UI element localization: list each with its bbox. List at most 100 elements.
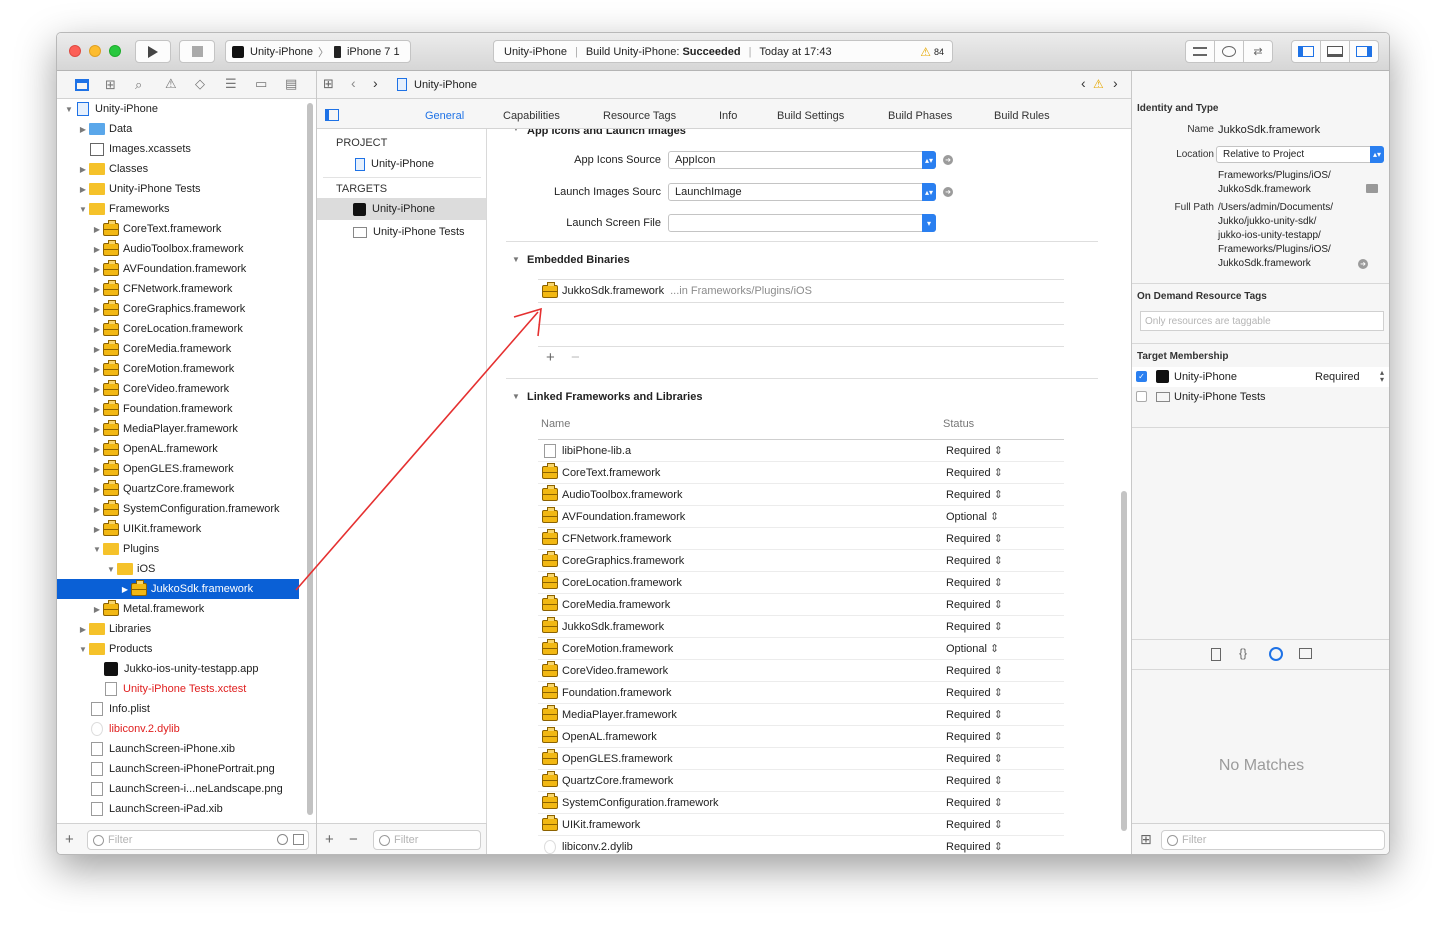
linked-framework-row[interactable]: CFNetwork.framework Required ⇕: [538, 528, 1064, 550]
membership-status[interactable]: Required: [1315, 371, 1360, 383]
disclosure-closed-icon[interactable]: ▶: [91, 405, 103, 414]
navigator-item[interactable]: ▶ Unity-iPhone Tests: [57, 179, 299, 199]
zoom-window-button[interactable]: [109, 45, 121, 57]
navigator-item[interactable]: ▶ CoreText.framework: [57, 219, 299, 239]
navigator-item[interactable]: ▶ MediaPlayer.framework: [57, 419, 299, 439]
linked-framework-status[interactable]: Required ⇕: [946, 444, 1003, 457]
linked-framework-status[interactable]: Optional ⇕: [946, 510, 999, 523]
issue-navigator-icon[interactable]: ⚠: [165, 76, 177, 92]
linked-framework-row[interactable]: UIKit.framework Required ⇕: [538, 814, 1064, 836]
disclosure-closed-icon[interactable]: ▶: [77, 125, 89, 134]
navigator-item[interactable]: ▼ Plugins: [57, 539, 299, 559]
launch-screen-file-combo[interactable]: ▾: [668, 214, 936, 232]
navigator-item[interactable]: ▶ CoreMotion.framework: [57, 359, 299, 379]
navigator-item[interactable]: ▶ Metal.framework: [57, 599, 299, 619]
debug-navigator-icon[interactable]: ☰: [225, 76, 237, 92]
tab-info[interactable]: Info: [719, 110, 737, 122]
name-value[interactable]: JukkoSdk.framework: [1218, 123, 1320, 137]
source-control-icon[interactable]: ⊞: [105, 77, 116, 93]
disclosure-closed-icon[interactable]: ▶: [77, 165, 89, 174]
breakpoint-navigator-icon[interactable]: ▭: [255, 76, 267, 92]
embedded-binary-item[interactable]: JukkoSdk.framework ...in Frameworks/Plug…: [538, 280, 1064, 302]
stepper-arrows-icon[interactable]: ⇕: [991, 753, 1003, 765]
disclosure-open-icon[interactable]: ▼: [105, 565, 117, 574]
warning-count[interactable]: 84: [934, 47, 944, 57]
membership-row-unity-iphone[interactable]: ✓ Unity-iPhone Required ▴ ▾: [1132, 367, 1389, 387]
navigator-item[interactable]: LaunchScreen-i...neLandscape.png: [57, 779, 299, 799]
navigator-item[interactable]: ▼ Frameworks: [57, 199, 299, 219]
app-icons-source-popup[interactable]: AppIcon ▴▾: [668, 151, 936, 169]
recent-files-icon[interactable]: [277, 834, 288, 845]
linked-framework-status[interactable]: Required ⇕: [946, 620, 1003, 633]
stepper-arrows-icon[interactable]: ⇕: [987, 511, 999, 523]
remove-embedded-icon[interactable]: −: [571, 349, 580, 366]
disclosure-closed-icon[interactable]: ▶: [91, 445, 103, 454]
stepper-arrows-icon[interactable]: ⇕: [987, 643, 999, 655]
linked-framework-row[interactable]: MediaPlayer.framework Required ⇕: [538, 704, 1064, 726]
stepper-arrows-icon[interactable]: ⇕: [991, 709, 1003, 721]
navigator-item[interactable]: ▶ AVFoundation.framework: [57, 259, 299, 279]
linked-disclosure-icon[interactable]: ▼: [512, 392, 520, 401]
linked-framework-row[interactable]: libiPhone-lib.a Required ⇕: [538, 440, 1064, 462]
navigator-item[interactable]: ▶ UIKit.framework: [57, 519, 299, 539]
tab-capabilities[interactable]: Capabilities: [503, 110, 560, 122]
linked-framework-row[interactable]: CoreVideo.framework Required ⇕: [538, 660, 1064, 682]
linked-framework-row[interactable]: CoreText.framework Required ⇕: [538, 462, 1064, 484]
media-library-icon[interactable]: [1299, 648, 1312, 659]
navigator-item[interactable]: ▶ SystemConfiguration.framework: [57, 499, 299, 519]
minimize-window-button[interactable]: [89, 45, 101, 57]
linked-framework-status[interactable]: Required ⇕: [946, 488, 1003, 501]
choose-folder-icon[interactable]: [1366, 184, 1378, 193]
linked-framework-row[interactable]: OpenAL.framework Required ⇕: [538, 726, 1064, 748]
project-item[interactable]: Unity-iPhone: [317, 153, 486, 175]
navigator-item[interactable]: ▶ Classes: [57, 159, 299, 179]
linked-framework-status[interactable]: Required ⇕: [946, 664, 1003, 677]
navigator-item[interactable]: Info.plist: [57, 699, 299, 719]
navigator-filter-field[interactable]: Filter: [87, 830, 309, 850]
add-icon[interactable]: +: [65, 831, 74, 848]
target-item-unity-iphone-tests[interactable]: Unity-iPhone Tests: [317, 221, 486, 243]
disclosure-closed-icon[interactable]: ▶: [91, 505, 103, 514]
embedded-disclosure-icon[interactable]: ▼: [512, 255, 520, 264]
stepper-arrows-icon[interactable]: ⇕: [991, 555, 1003, 567]
linked-framework-status[interactable]: Required ⇕: [946, 752, 1003, 765]
jumpbar-file[interactable]: Unity-iPhone: [414, 79, 477, 91]
navigator-item[interactable]: LaunchScreen-iPad.xib: [57, 799, 299, 819]
navigator-item[interactable]: ▶ CFNetwork.framework: [57, 279, 299, 299]
linked-framework-row[interactable]: AVFoundation.framework Optional ⇕: [538, 506, 1064, 528]
disclosure-closed-icon[interactable]: ▶: [91, 365, 103, 374]
find-navigator-icon[interactable]: ⌕: [135, 77, 142, 93]
linked-framework-row[interactable]: OpenGLES.framework Required ⇕: [538, 748, 1064, 770]
navigator-item[interactable]: ▶ Libraries: [57, 619, 299, 639]
linked-framework-row[interactable]: SystemConfiguration.framework Required ⇕: [538, 792, 1064, 814]
navigator-item[interactable]: ▶ Data: [57, 119, 299, 139]
library-filter-field[interactable]: Filter: [1161, 830, 1385, 850]
membership-checkbox-unchecked[interactable]: [1136, 391, 1147, 402]
go-to-launch-images-icon[interactable]: ➜: [943, 187, 953, 197]
stop-button[interactable]: [179, 40, 215, 63]
related-items-icon[interactable]: ⊞: [323, 76, 334, 92]
membership-checkbox-checked[interactable]: ✓: [1136, 371, 1147, 382]
navigator-item[interactable]: ▶ CoreVideo.framework: [57, 379, 299, 399]
stepper-arrows-icon[interactable]: ⇕: [991, 819, 1003, 831]
stepper-arrows-icon[interactable]: ⇕: [991, 797, 1003, 809]
project-navigator-icon[interactable]: [75, 79, 89, 91]
disclosure-closed-icon[interactable]: ▶: [77, 625, 89, 634]
disclosure-open-icon[interactable]: ▼: [63, 105, 75, 114]
navigator-scrollbar[interactable]: [307, 103, 313, 815]
editor-scrollbar[interactable]: [1121, 491, 1127, 831]
disclosure-closed-icon[interactable]: ▶: [91, 265, 103, 274]
linked-framework-row[interactable]: CoreLocation.framework Required ⇕: [538, 572, 1064, 594]
disclosure-open-icon[interactable]: ▼: [77, 645, 89, 654]
navigator-item[interactable]: libiconv.2.dylib: [57, 719, 299, 739]
disclosure-closed-icon[interactable]: ▶: [77, 185, 89, 194]
stepper-arrows-icon[interactable]: ⇕: [991, 445, 1003, 457]
disclosure-closed-icon[interactable]: ▶: [91, 525, 103, 534]
linked-framework-row[interactable]: CoreMedia.framework Required ⇕: [538, 594, 1064, 616]
stepper-arrows-icon[interactable]: ⇕: [991, 775, 1003, 787]
add-embedded-icon[interactable]: +: [546, 349, 555, 366]
stepper-arrows-icon[interactable]: ⇕: [991, 467, 1003, 479]
stepper-arrows-icon[interactable]: ⇕: [991, 665, 1003, 677]
linked-framework-status[interactable]: Required ⇕: [946, 686, 1003, 699]
linked-framework-status[interactable]: Required ⇕: [946, 818, 1003, 831]
